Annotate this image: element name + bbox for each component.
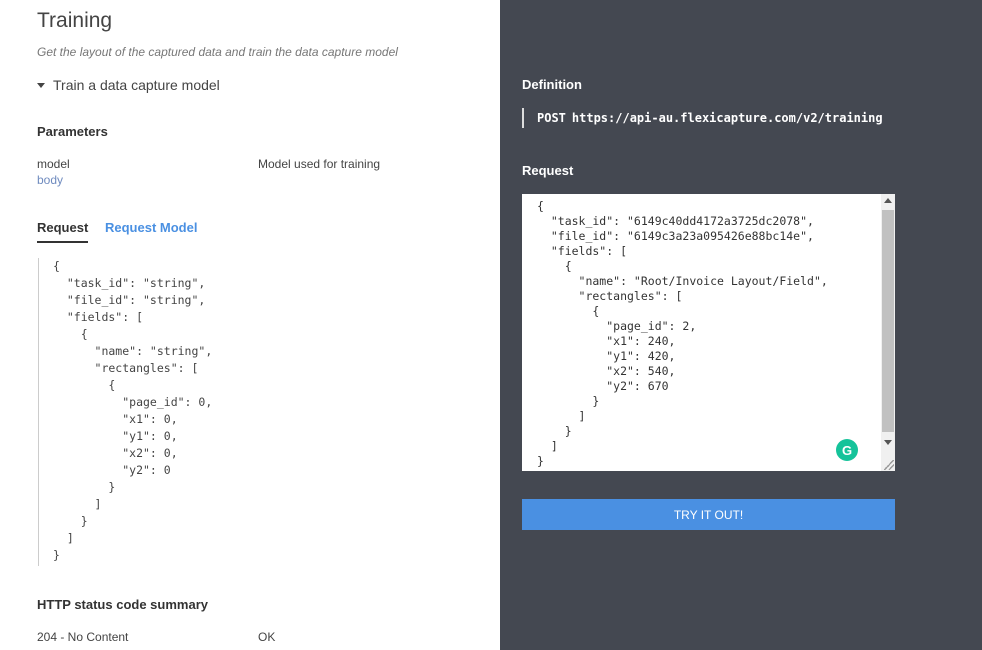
scroll-up-icon[interactable] (884, 198, 892, 203)
parameters-heading: Parameters (37, 124, 108, 139)
definition-label: Definition (522, 77, 582, 92)
endpoint: POST https://api-au.flexicapture.com/v2/t… (537, 111, 883, 125)
scroll-thumb[interactable] (882, 210, 894, 432)
collapse-toggle[interactable]: Train a data capture model (37, 77, 220, 93)
definition-divider (522, 108, 524, 128)
documentation-panel: Training Get the layout of the captured … (0, 0, 500, 650)
tab-request[interactable]: Request (37, 220, 89, 243)
endpoint-url: https://api-au.flexicapture.com/v2/train… (571, 111, 883, 125)
page-title: Training (37, 9, 113, 32)
param-name: model (37, 157, 70, 171)
status-code: 204 - No Content (37, 630, 129, 644)
grammarly-glyph: G (841, 442, 853, 458)
status-description: OK (258, 630, 276, 644)
page-subtitle: Get the layout of the captured data and … (37, 45, 398, 59)
editor-scrollbar[interactable] (881, 194, 895, 471)
status-summary-heading: HTTP status code summary (37, 597, 208, 612)
grammarly-icon[interactable]: G (836, 439, 858, 461)
param-location: body (37, 173, 64, 187)
request-body-text[interactable]: { "task_id": "6149c40dd4172a3725dc2078",… (537, 199, 828, 469)
tab-request-model[interactable]: Request Model (105, 220, 197, 241)
request-label: Request (522, 163, 574, 178)
resize-handle-icon[interactable] (884, 460, 894, 470)
param-description: Model used for training (258, 157, 381, 171)
request-body-editor[interactable]: { "task_id": "6149c40dd4172a3725dc2078",… (522, 194, 895, 471)
request-example-code: { "task_id": "string", "file_id": "strin… (38, 258, 338, 566)
http-method: POST (537, 111, 566, 125)
caret-down-icon (37, 82, 45, 88)
scroll-down-icon[interactable] (884, 440, 892, 445)
try-it-out-button[interactable]: TRY IT OUT! (522, 499, 895, 530)
collapse-label: Train a data capture model (53, 77, 220, 93)
